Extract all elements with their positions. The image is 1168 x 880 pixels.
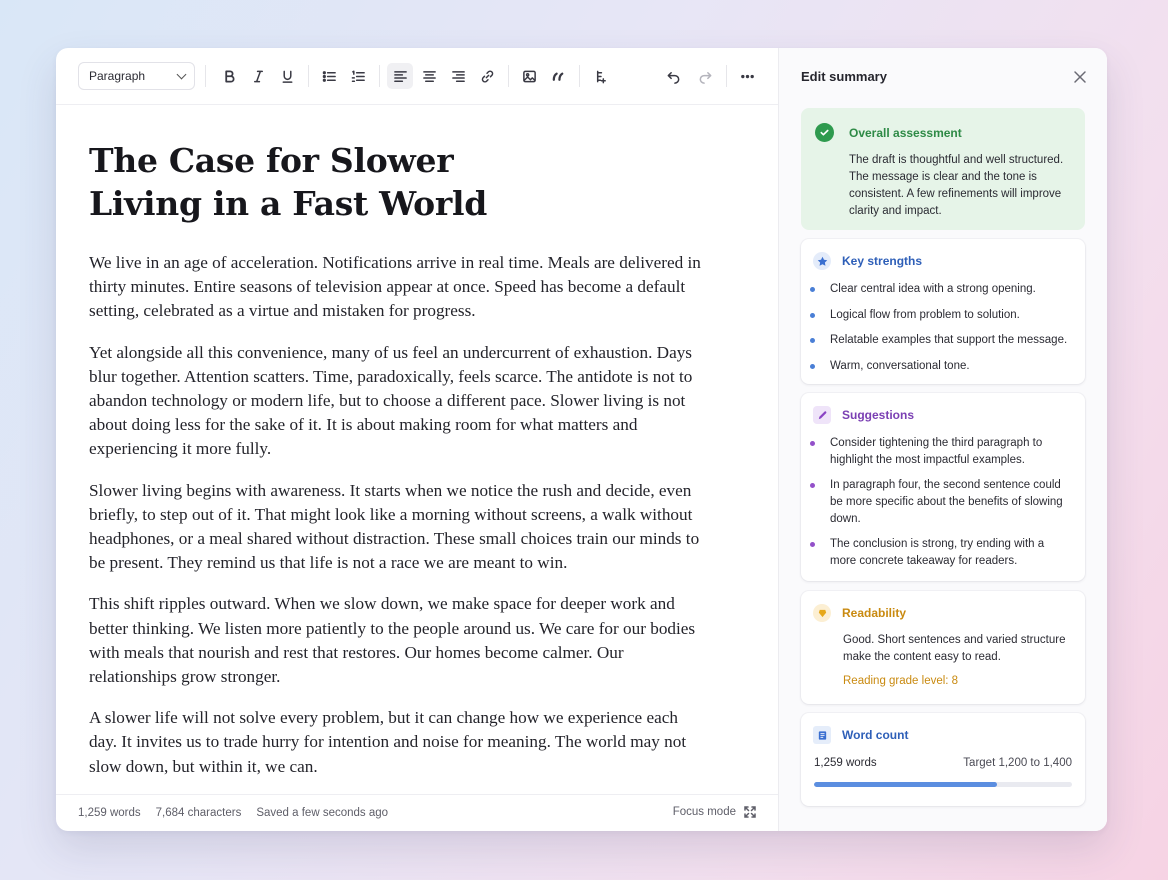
link-icon [481, 70, 493, 82]
toolbar-divider [507, 65, 509, 87]
strength-item: Clear central idea with a strong opening… [801, 281, 1085, 298]
italic-button[interactable] [245, 63, 271, 89]
reading-grade-level: Reading grade level: 8 [843, 675, 959, 687]
suggestion-item: In paragraph four, the second sentence c… [801, 477, 1063, 528]
quote-icon [552, 72, 563, 81]
document-icon [813, 726, 831, 744]
suggestion-item: The conclusion is strong, try ending wit… [801, 536, 1063, 570]
save-status: Saved a few seconds ago [256, 807, 389, 819]
align-center-icon [422, 70, 436, 82]
bold-button[interactable] [216, 63, 242, 89]
suggestion-item: Consider tightening the third paragraph … [801, 435, 1063, 469]
strength-item: Relatable examples that support the mess… [801, 332, 1085, 349]
undo-icon [667, 71, 679, 84]
expand-icon [744, 806, 756, 818]
document-paragraph[interactable]: Slower living begins with awareness. It … [89, 479, 709, 576]
word-count-status: 1,259 words [78, 807, 141, 819]
status-bar: 1,259 words 7,684 characters Saved a few… [56, 794, 778, 831]
suggestions-card: Suggestions Consider tightening the thir… [801, 393, 1085, 581]
overall-assessment-card: Overall assessment The draft is thoughtf… [801, 108, 1085, 230]
key-strengths-card: Key strengths Clear central idea with a … [801, 239, 1085, 384]
insert-button[interactable] [587, 63, 613, 89]
toolbar-divider [378, 65, 380, 87]
word-count-card: Word count 1,259 words Target 1,200 to 1… [801, 713, 1085, 806]
link-button[interactable] [474, 63, 500, 89]
editor-window: Paragraph The Case for Slower Living in … [56, 48, 1107, 831]
close-panel-button[interactable] [1073, 70, 1087, 84]
quote-button[interactable] [545, 63, 571, 89]
editor-pane: Paragraph The Case for Slower Living in … [56, 48, 779, 831]
edit-summary-panel: Edit summary Overall assessment The draf… [779, 48, 1107, 831]
close-icon [1074, 71, 1086, 83]
strength-item: Logical flow from problem to solution. [801, 307, 1085, 324]
paragraph-style-value: Paragraph [89, 69, 146, 83]
more-icon [741, 74, 754, 78]
word-count-progress-fill [814, 782, 998, 787]
card-heading: Key strengths [842, 254, 923, 268]
document-paragraph[interactable]: A slower life will not solve every probl… [89, 706, 709, 779]
card-heading: Overall assessment [849, 125, 962, 140]
align-right-button[interactable] [445, 63, 471, 89]
panel-title: Edit summary [801, 69, 887, 84]
history-controls [659, 63, 763, 89]
align-center-button[interactable] [416, 63, 442, 89]
document-title[interactable]: The Case for Slower Living in a Fast Wor… [89, 139, 549, 225]
word-count-target: Target 1,200 to 1,400 [963, 757, 1072, 769]
bold-icon [224, 69, 234, 83]
undo-button[interactable] [660, 63, 686, 89]
character-count-status: 7,684 characters [155, 807, 242, 819]
card-heading: Word count [842, 728, 909, 742]
bullet-list-icon [322, 70, 336, 82]
document-paragraph[interactable]: Yet alongside all this convenience, many… [89, 341, 709, 462]
toolbar-divider [307, 65, 309, 87]
chevron-down-icon [176, 69, 187, 79]
redo-button[interactable] [693, 63, 719, 89]
insert-image-button[interactable] [516, 63, 542, 89]
card-heading: Readability [842, 606, 907, 620]
focus-mode-button[interactable]: Focus mode [673, 806, 756, 818]
focus-mode-label: Focus mode [672, 806, 736, 818]
numbered-list-button[interactable] [345, 63, 371, 89]
underline-button[interactable] [274, 63, 300, 89]
readability-card: Readability Good. Short sentences and va… [801, 591, 1085, 704]
check-circle-icon [815, 123, 834, 142]
bullet-list-button[interactable] [316, 63, 342, 89]
formatting-toolbar: Paragraph [56, 48, 778, 105]
toolbar-divider [205, 65, 206, 87]
star-icon [813, 252, 831, 270]
align-right-icon [451, 70, 465, 82]
document-body[interactable]: The Case for Slower Living in a Fast Wor… [56, 105, 778, 779]
align-left-button[interactable] [387, 63, 413, 89]
insert-icon [596, 70, 606, 83]
card-heading: Suggestions [842, 408, 915, 422]
toolbar-divider [726, 65, 727, 87]
document-paragraph[interactable]: This shift ripples outward. When we slow… [89, 592, 709, 689]
document-paragraph[interactable]: We live in an age of acceleration. Notif… [89, 251, 709, 324]
align-left-icon [393, 70, 407, 82]
overall-assessment-text: The draft is thoughtful and well structu… [849, 154, 1064, 217]
underline-icon [282, 70, 292, 83]
pencil-icon [813, 406, 831, 424]
readability-badge-icon [813, 604, 831, 622]
word-count-value: 1,259 words [814, 757, 877, 769]
strength-item: Warm, conversational tone. [801, 358, 1085, 375]
redo-icon [699, 71, 712, 84]
numbered-list-icon [351, 70, 365, 82]
word-count-progress-bar [814, 782, 1072, 787]
toolbar-divider [578, 65, 580, 87]
italic-icon [253, 70, 263, 82]
more-options-button[interactable] [735, 63, 761, 89]
readability-text: Good. Short sentences and varied structu… [843, 634, 1066, 663]
paragraph-style-select[interactable]: Paragraph [78, 62, 195, 90]
image-icon [522, 70, 536, 82]
